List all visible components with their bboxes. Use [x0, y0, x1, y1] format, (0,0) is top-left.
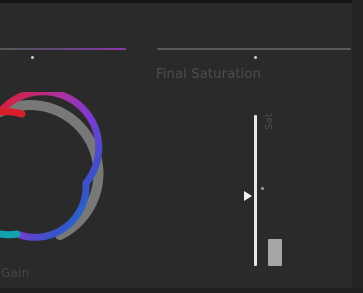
color-grading-panel: Final Saturation Gain Sat: [0, 0, 363, 293]
color-wheel-icon[interactable]: [0, 92, 110, 257]
saturation-scale-track[interactable]: [254, 115, 257, 266]
top-edge: [0, 0, 363, 3]
purple-slider-handle[interactable]: [31, 56, 34, 59]
sat-label: Sat: [264, 113, 275, 130]
right-edge-panel: [352, 0, 363, 293]
final-saturation-slider-handle[interactable]: [254, 56, 257, 59]
purple-slider-track[interactable]: [0, 48, 126, 50]
wheel-outer-ring[interactable]: [0, 100, 104, 240]
bottom-edge: [0, 288, 363, 293]
final-saturation-label: Final Saturation: [156, 67, 262, 82]
saturation-level-block: [268, 239, 282, 266]
wheel-red-segment[interactable]: [0, 108, 26, 118]
final-saturation-slider-track[interactable]: [157, 48, 351, 50]
scale-reference-dot: [261, 187, 264, 190]
triangle-pointer-icon[interactable]: [244, 191, 252, 201]
purple-slider-fill: [0, 48, 126, 50]
gain-label: Gain: [1, 266, 30, 280]
wheel-cyan-segment[interactable]: [0, 230, 21, 239]
